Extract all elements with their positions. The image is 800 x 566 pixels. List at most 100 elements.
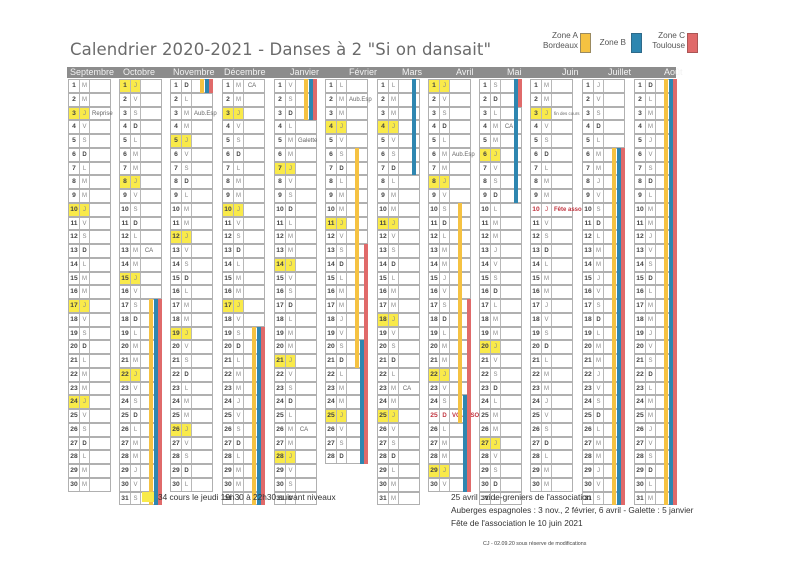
day-cell[interactable]: 28 V (479, 450, 522, 465)
day-cell[interactable]: 12 J (170, 230, 213, 245)
day-cell[interactable]: 10 M (377, 202, 420, 217)
day-cell[interactable]: 12 S (68, 230, 111, 245)
day-cell[interactable]: 29 L (377, 464, 420, 478)
day-cell[interactable]: 3 M Aub.Esp (170, 106, 217, 121)
day-cell[interactable]: 26 M CA (274, 422, 317, 437)
day-cell[interactable]: 24 J (530, 395, 573, 410)
day-cell[interactable]: 9M (325, 189, 368, 203)
day-cell[interactable]: 11 J (325, 216, 368, 231)
day-cell[interactable]: 13 D (530, 244, 573, 258)
day-cell[interactable]: 8J (119, 175, 162, 190)
day-cell[interactable]: 15 S (479, 271, 522, 286)
day-cell[interactable]: 22 M (530, 367, 573, 382)
day-cell[interactable]: 20 S (377, 340, 420, 355)
day-cell[interactable]: 19 M (274, 326, 317, 341)
day-cell[interactable]: 17 J (68, 299, 111, 313)
day-cell[interactable]: 26 J (170, 422, 213, 437)
day-cell[interactable]: 4D (119, 120, 162, 135)
day-cell[interactable]: 9V (119, 189, 162, 203)
day-cell[interactable]: 19 S (530, 326, 573, 341)
day-cell[interactable]: 19 V (325, 326, 368, 341)
day-cell[interactable]: 15 J (119, 271, 162, 286)
day-cell[interactable]: 18 D (428, 312, 471, 327)
day-cell[interactable]: 12 M (479, 230, 522, 245)
day-cell[interactable]: 23 M (530, 381, 573, 396)
day-cell[interactable]: 16 M (68, 285, 111, 300)
day-cell[interactable]: 22 S (479, 367, 522, 382)
day-cell[interactable]: 2V (582, 92, 625, 107)
day-cell[interactable]: 3 J Reprise (68, 106, 113, 121)
day-cell[interactable]: 27 M (274, 436, 317, 451)
day-cell[interactable]: 9V (428, 189, 471, 203)
day-cell[interactable]: 18 V (68, 312, 111, 327)
day-cell[interactable]: 14 M (428, 257, 471, 272)
day-cell[interactable]: 2 M Aub.Esp (325, 92, 372, 107)
day-cell[interactable]: 5L (582, 134, 625, 148)
day-cell[interactable]: 16 D (479, 285, 522, 300)
day-cell[interactable]: 19 L (428, 326, 471, 341)
day-cell[interactable]: 6S (325, 147, 368, 162)
day-cell[interactable]: 8L (325, 175, 368, 190)
day-cell[interactable]: 3 Jfin des cours (530, 106, 580, 121)
day-cell[interactable]: 23 V (428, 381, 471, 396)
day-cell[interactable]: 23 L (170, 381, 213, 396)
day-cell[interactable]: 29 V (274, 464, 317, 478)
day-cell[interactable]: 4L (274, 120, 317, 135)
day-cell[interactable]: 10 J (222, 202, 265, 217)
day-cell[interactable]: 20 M (274, 340, 317, 355)
day-cell[interactable]: 30 S (274, 477, 317, 492)
day-cell[interactable]: 18 M (479, 312, 522, 327)
day-cell[interactable]: 17 M (170, 299, 213, 313)
day-cell[interactable]: 13 D (222, 244, 265, 258)
day-cell[interactable]: 10 S (428, 202, 471, 217)
day-cell[interactable]: 18 J (377, 312, 420, 327)
day-cell[interactable]: 24 D (274, 395, 317, 410)
day-cell[interactable]: 17 M (325, 299, 368, 313)
day-cell[interactable]: 10 J Fête asso (530, 202, 582, 217)
day-cell[interactable]: 13 M CA (119, 244, 162, 258)
day-cell[interactable]: 11 V (222, 216, 265, 231)
day-cell[interactable]: 27 D (68, 436, 111, 451)
day-cell[interactable]: 17 D (274, 299, 317, 313)
day-cell[interactable]: 28 L (530, 450, 573, 465)
day-cell[interactable]: 24 J (68, 395, 111, 410)
day-cell[interactable]: 30 M (68, 477, 111, 492)
day-cell[interactable]: 7M (119, 161, 162, 176)
day-cell[interactable]: 13 V (170, 244, 213, 258)
day-cell[interactable]: 4V (68, 120, 111, 135)
day-cell[interactable]: 11 M (170, 216, 213, 231)
day-cell[interactable]: 21 M (428, 354, 471, 368)
day-cell[interactable]: 14 J (274, 257, 317, 272)
day-cell[interactable]: 8V (274, 175, 317, 190)
day-cell[interactable]: 13 S (377, 244, 420, 258)
day-cell[interactable]: 17 L (479, 299, 522, 313)
day-cell[interactable]: 1M (530, 79, 573, 93)
day-cell[interactable]: 10 M (170, 202, 213, 217)
day-cell[interactable]: 5 M Galette (274, 134, 317, 148)
day-cell[interactable]: 2M (530, 92, 573, 107)
day-cell[interactable]: 10 D (274, 202, 317, 217)
day-cell[interactable]: 15 L (377, 271, 420, 286)
day-cell[interactable]: 19 V (377, 326, 420, 341)
day-cell[interactable]: 3J (222, 106, 265, 121)
day-cell[interactable]: 16 M (325, 285, 368, 300)
day-cell[interactable]: 14 L (222, 257, 265, 272)
day-cell[interactable]: 9M (222, 189, 265, 203)
day-cell[interactable]: 7L (222, 161, 265, 176)
day-cell[interactable]: 14 L (68, 257, 111, 272)
day-cell[interactable]: 5S (530, 134, 573, 148)
day-cell[interactable]: 18 J (325, 312, 368, 327)
day-cell[interactable]: 7L (530, 161, 573, 176)
day-cell[interactable]: 20 D (68, 340, 111, 355)
day-cell[interactable]: 8L (377, 175, 420, 190)
day-cell[interactable]: 24 M (377, 395, 420, 410)
day-cell[interactable]: 15 J (428, 271, 471, 286)
day-cell[interactable]: 22 D (170, 367, 213, 382)
day-cell[interactable]: 8D (170, 175, 213, 190)
day-cell[interactable]: 17 J (530, 299, 573, 313)
day-cell[interactable]: 25 V (530, 409, 573, 423)
day-cell[interactable]: 24 M (170, 395, 213, 410)
day-cell[interactable]: 20 J (479, 340, 522, 355)
day-cell[interactable]: 18 L (274, 312, 317, 327)
day-cell[interactable]: 25 M (479, 409, 522, 423)
